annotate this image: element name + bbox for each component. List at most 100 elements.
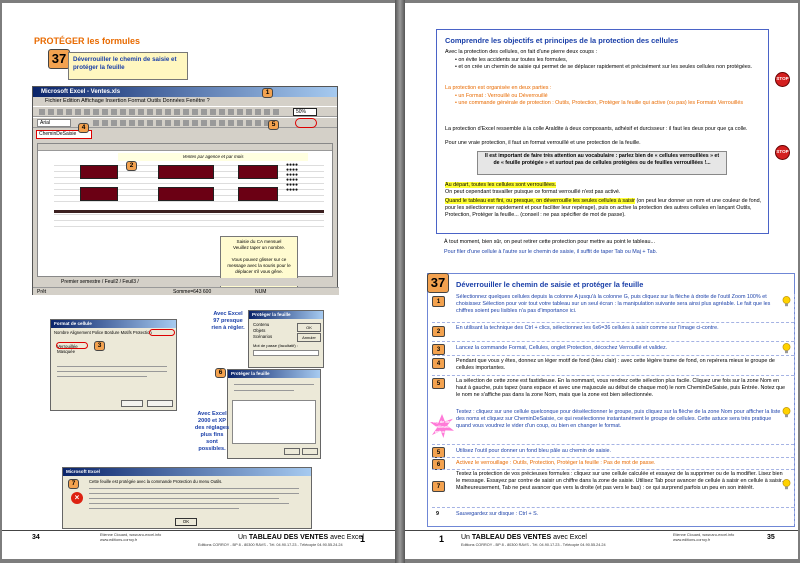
rating-stars: ●●●● ●●●● ●●●● ●●●● ●●●● ●●●●	[286, 162, 299, 193]
input-block	[80, 165, 118, 179]
compare-text-2: Pour une vraie protection, il faut un fo…	[445, 140, 641, 146]
dialog-line	[57, 366, 167, 367]
dialog-cancel-button[interactable]	[302, 448, 318, 455]
sheet-tabs[interactable]: Premier semestre / Feuil2 / Feuil3 /	[37, 278, 333, 286]
intro-text: Avec la protection des cellules, on fait…	[445, 49, 597, 55]
dialog-line	[89, 488, 299, 489]
footer-site: www.editions-corroy.fr	[673, 538, 711, 542]
font-name-box[interactable]: Arial	[37, 119, 71, 127]
lightbulb-icon	[782, 479, 791, 490]
error-message: Cette feuille est protégée avec la comma…	[89, 479, 223, 484]
step-badge-3: 3	[94, 341, 105, 351]
password-input[interactable]	[253, 350, 319, 356]
bullet-item: • on évite les accidents sur toutes les …	[455, 57, 568, 63]
move-text: Pour filer d'une cellule à l'autre sur l…	[444, 249, 658, 255]
left-page: PROTÉGER les formules 37 Déverrouiller l…	[2, 3, 395, 559]
step-text: Sélectionnez quelques cellules depuis la…	[456, 294, 771, 314]
fill-color-highlight	[295, 118, 317, 128]
dialog-ok-button[interactable]: OK	[297, 323, 321, 332]
lightbulb-icon	[782, 343, 791, 354]
footer-chapter: 1	[439, 534, 445, 544]
section-principles: Comprendre les objectifs et principes de…	[436, 29, 769, 234]
data-grid-bottom	[54, 210, 324, 232]
dialog-cancel-button[interactable]	[147, 400, 173, 407]
excel-window: Microsoft Excel - Ventes.xls Fichier Edi…	[32, 86, 339, 295]
dialog-ok-button[interactable]: OK	[175, 518, 197, 526]
worksheet[interactable]: Ventes par agence et par mois ●●●● ●●●● ●●…	[37, 143, 333, 288]
protect-item[interactable]: Scénarios	[253, 334, 272, 340]
section-steps: 37 Déverrouiller le chemin de saisie et …	[427, 273, 795, 527]
page-title: PROTÉGER les formules	[34, 36, 141, 46]
dialog-ok-button[interactable]	[121, 400, 143, 407]
dialog-title: Protéger la feuille	[249, 311, 323, 319]
step-text: Pendant que vous y êtes, donnez un léger…	[456, 358, 775, 371]
step-number: 7	[432, 481, 445, 492]
dialog-line	[89, 508, 239, 509]
lightbulb-icon	[782, 296, 791, 307]
status-bar: Prêt Somme=643 600 NUM	[33, 287, 339, 295]
protection-tab-highlight	[149, 329, 175, 336]
permissions-list[interactable]	[232, 400, 316, 444]
step-divider	[432, 507, 794, 508]
footer-chapter: 1	[360, 534, 366, 544]
status-sum: Somme=643 600	[173, 289, 212, 295]
step-text: Sauvegardez sur disque : Ctrl + S.	[456, 511, 539, 517]
hidden-checkbox[interactable]: Masquée	[57, 349, 78, 354]
footer-rule	[405, 530, 798, 531]
status-ready: Prêt	[37, 289, 47, 295]
callout-box: Déverrouiller le chemin de saisie et pro…	[68, 52, 188, 80]
zoom-box[interactable]: 50%	[293, 108, 317, 116]
column-headers	[38, 144, 332, 151]
sheet-title: Ventes par agence et par mois	[118, 153, 308, 161]
start-text-2: On peut cependant travailler puisque ce …	[445, 189, 621, 195]
note-excel2000: Avec Excel 2000 et XP des réglages plus …	[194, 411, 230, 452]
vocabulary-box: Il est important de faire très attention…	[477, 151, 727, 175]
footer-address: Editions CORROY - BP 8 - 80300 RAVS - Té…	[461, 543, 606, 547]
excel-title-bar: Microsoft Excel - Ventes.xls	[33, 87, 337, 97]
dialog-title: Format de cellule	[51, 320, 176, 328]
step-badge-2: 2	[126, 161, 137, 171]
stop-icon: STOP	[775, 72, 790, 87]
stop-icon: STOP	[775, 145, 790, 160]
lightbulb-icon	[782, 407, 791, 418]
page-number: 35	[767, 534, 775, 541]
bullet-item: • une commande générale de protection : …	[455, 100, 744, 106]
section-title: Comprendre les objectifs et principes de…	[445, 36, 679, 45]
step-divider	[432, 469, 794, 470]
start-text: Au départ, toutes les cellules sont verr…	[445, 182, 557, 188]
input-block	[238, 187, 278, 201]
dialog-cancel-button[interactable]: Annuler	[297, 333, 321, 342]
step-text: Utilisez l'outil pour donner un fond ble…	[456, 448, 612, 454]
step-divider	[432, 322, 794, 323]
step-text: La sélection de cette zone est fastidieu…	[456, 378, 786, 398]
status-num: NUM	[255, 289, 267, 295]
step-divider	[432, 457, 794, 458]
step-text: Activez le verrouillage : Outils, Protec…	[456, 460, 656, 466]
footer-address: Editions CORROY - BP 8 - 80300 RAVS - Té…	[198, 543, 343, 547]
done-text: Quand le tableau est fini, ou presque, o…	[445, 198, 762, 218]
excel-menu-bar[interactable]: Fichier Edition Affichage Insertion Form…	[33, 97, 337, 106]
note-excel97: Avec Excel 97 presque rien à régler.	[211, 311, 245, 331]
protection-error-dialog: Microsoft Excel × Cette feuille est prot…	[62, 467, 312, 529]
step-divider	[432, 341, 794, 342]
step-divider	[432, 444, 794, 445]
dialog-line	[89, 503, 289, 504]
locked-highlight	[56, 342, 88, 349]
password-label: Mot de passe (facultatif) :	[253, 343, 298, 348]
dialog-ok-button[interactable]	[284, 448, 300, 455]
dialog-line	[234, 384, 314, 385]
input-block	[238, 165, 278, 179]
two-parts-text: La protection est organisée en deux part…	[445, 85, 552, 91]
tip-burst: Top de des meilleures astuces	[430, 414, 454, 438]
dialog-title: Protéger la feuille	[228, 370, 320, 378]
input-block	[158, 165, 214, 179]
input-block	[80, 187, 118, 201]
step-number: 2	[432, 326, 445, 337]
step-divider	[432, 375, 794, 376]
protect-sheet-dialog-97: Protéger la feuille Contenu Objets Scéna…	[248, 310, 324, 368]
book-spine	[395, 0, 405, 563]
format-cells-dialog: Format de cellule Nombre Alignement Poli…	[50, 319, 177, 411]
column-separator	[794, 294, 795, 524]
step-text: Testez la protection de vos précieuses f…	[456, 471, 786, 491]
footer-title: Un TABLEAU DES VENTES avec Excel	[238, 534, 364, 541]
